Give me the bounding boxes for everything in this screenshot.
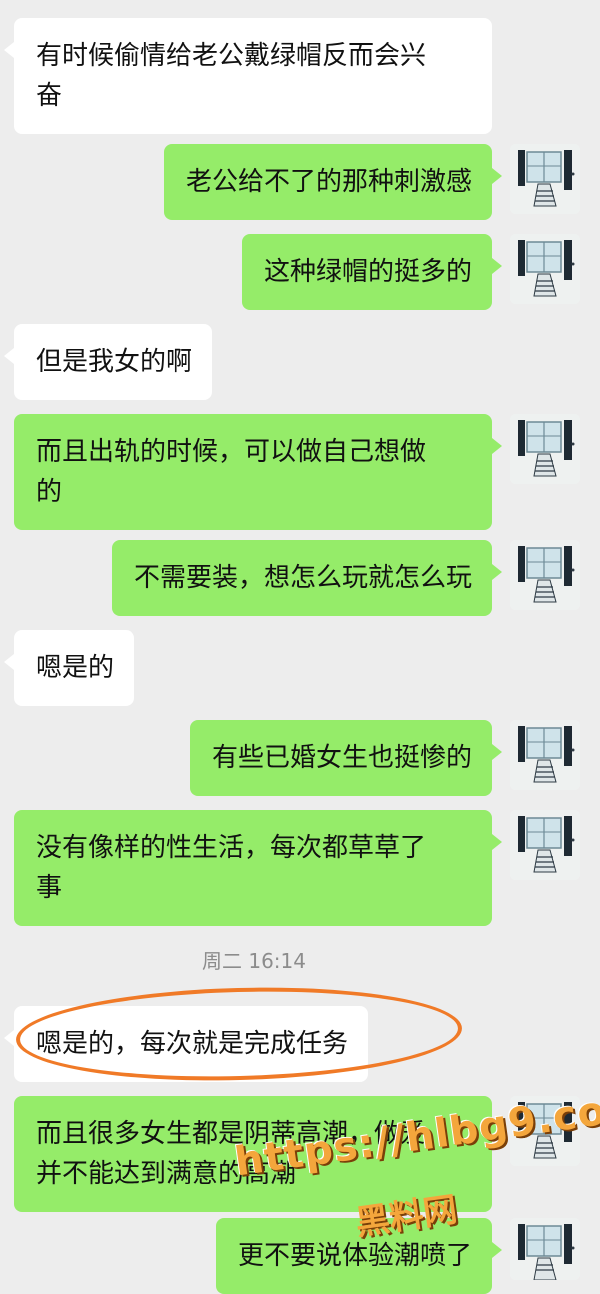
window-picture-icon	[510, 414, 580, 484]
highlight-circle-annotation	[14, 982, 464, 1086]
window-picture-icon	[510, 1218, 580, 1280]
window-picture-icon	[510, 540, 580, 610]
user-avatar[interactable]	[510, 144, 580, 214]
user-avatar[interactable]	[510, 810, 580, 880]
user-avatar[interactable]	[510, 720, 580, 790]
window-picture-icon	[510, 234, 580, 304]
outgoing-message[interactable]: 而且出轨的时候，可以做自己想做 的	[14, 414, 502, 530]
user-avatar[interactable]	[510, 540, 580, 610]
outgoing-message[interactable]: 这种绿帽的挺多的	[241, 234, 503, 310]
outgoing-message[interactable]: 不需要装，想怎么玩就怎么玩	[111, 540, 503, 616]
incoming-message[interactable]: 嗯是的	[3, 630, 135, 706]
user-avatar[interactable]	[510, 1218, 580, 1280]
outgoing-message[interactable]: 没有像样的性生活，每次都草草了 事	[14, 810, 502, 926]
outgoing-message[interactable]: 老公给不了的那种刺激感	[163, 144, 503, 220]
user-avatar[interactable]	[510, 414, 580, 484]
window-picture-icon	[510, 144, 580, 214]
message-timestamp: 周二 16:14	[202, 949, 306, 973]
outgoing-message[interactable]: 有些已婚女生也挺惨的	[189, 720, 503, 796]
incoming-message[interactable]: 有时候偷情给老公戴绿帽反而会兴 奋	[4, 18, 492, 134]
chat-conversation[interactable]: 有时候偷情给老公戴绿帽反而会兴 奋 老公给不了的那种刺激感 这种绿帽的挺多的 但…	[0, 0, 600, 1294]
window-picture-icon	[510, 720, 580, 790]
window-picture-icon	[510, 810, 580, 880]
user-avatar[interactable]	[510, 234, 580, 304]
incoming-message[interactable]: 但是我女的啊	[3, 324, 213, 400]
